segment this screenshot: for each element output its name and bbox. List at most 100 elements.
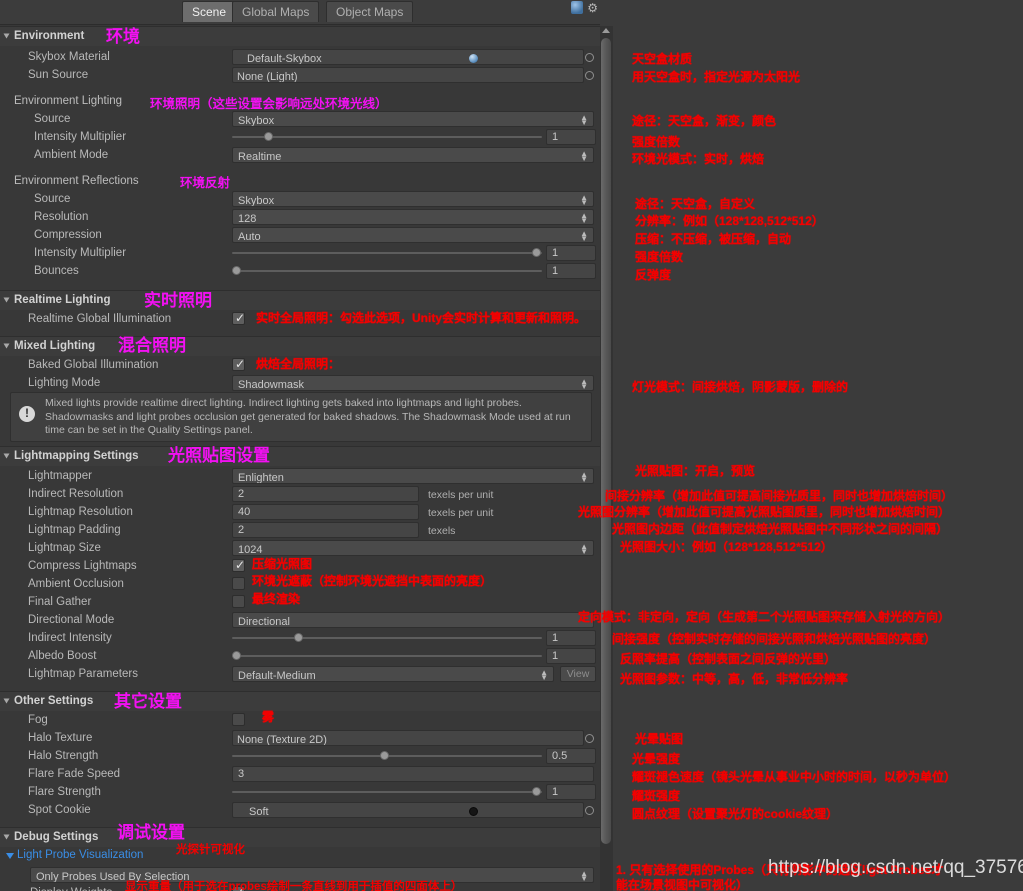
section-debug-settings[interactable]: Debug Settings <box>0 827 600 847</box>
numbox-env-intensity[interactable]: 1 <box>546 129 596 145</box>
mixed-lighting-info-text: Mixed lights provide realtime direct lig… <box>45 397 571 436</box>
slider-halo-strength[interactable] <box>232 748 542 764</box>
annotation-light-probe-visualization-cn: 光探针可视化 <box>176 844 245 856</box>
check-tick-icon: ✓ <box>235 558 246 572</box>
object-picker-icon-cookie[interactable] <box>585 806 594 815</box>
annotation-env-reflections-cn: 环境反射 <box>180 176 231 190</box>
vertical-scrollbar[interactable] <box>600 26 613 891</box>
value-env-light-source: Skybox <box>238 115 275 127</box>
label-refl-compression: Compression <box>34 229 102 241</box>
field-env-light-source[interactable]: Skybox ▲ ▼ <box>232 111 594 127</box>
checkbox-baked-gi[interactable]: ✓ <box>232 358 245 371</box>
numbox-refl-bounces[interactable]: 1 <box>546 263 596 279</box>
tab-global-maps[interactable]: Global Maps <box>232 1 320 22</box>
field-directional-mode[interactable]: Directional <box>232 612 594 628</box>
section-other-settings[interactable]: Other Settings <box>0 691 600 711</box>
panel-header-icons: ⚙ <box>571 1 598 14</box>
annotation-right-16: 定向模式：非定向，定向（生成第二个光照贴图来存储入射光的方向） <box>578 610 951 624</box>
slider-knob[interactable] <box>294 633 303 642</box>
row-lightmap-padding: Lightmap Padding 2 texels <box>0 521 600 539</box>
section-environment[interactable]: Environment <box>0 26 600 46</box>
slider-knob[interactable] <box>232 651 241 660</box>
view-button[interactable]: View <box>560 666 596 682</box>
field-lightmap-padding[interactable]: 2 <box>232 522 419 538</box>
section-lightmapping[interactable]: Lightmapping Settings <box>0 446 600 466</box>
field-refl-resolution[interactable]: 128 ▲ ▼ <box>232 209 594 225</box>
label-flare-fade-speed: Flare Fade Speed <box>28 768 121 780</box>
field-refl-source[interactable]: Skybox ▲ ▼ <box>232 191 594 207</box>
field-lightmap-resolution[interactable]: 40 <box>232 504 419 520</box>
label-refl-intensity: Intensity Multiplier <box>34 247 127 259</box>
section-mixed-lighting[interactable]: Mixed Lighting <box>0 336 600 356</box>
slider-refl-intensity[interactable] <box>232 245 542 261</box>
slider-knob[interactable] <box>264 132 273 141</box>
checkbox-ambient-occlusion[interactable] <box>232 577 245 590</box>
annotation-realtime-gi: 实时全局照明：勾选此选项，Unity会实时计算和更新和照明。 <box>256 311 587 325</box>
warning-icon: ! <box>19 406 35 422</box>
row-env-intensity-multiplier: Intensity Multiplier 1 <box>0 128 600 146</box>
slider-refl-bounces[interactable] <box>232 263 542 279</box>
slider-knob[interactable] <box>532 248 541 257</box>
label-realtime-gi: Realtime Global Illumination <box>28 313 172 325</box>
tab-object-maps[interactable]: Object Maps <box>326 1 414 22</box>
row-lightmap-resolution: Lightmap Resolution 40 texels per unit <box>0 503 600 521</box>
checkbox-realtime-gi[interactable]: ✓ <box>232 312 245 325</box>
label-indirect-resolution: Indirect Resolution <box>28 488 124 500</box>
slider-knob[interactable] <box>532 787 541 796</box>
row-light-probe-visualization[interactable]: Light Probe Visualization <box>0 846 600 864</box>
slider-track <box>232 270 542 272</box>
slider-albedo-boost[interactable] <box>232 648 542 664</box>
slider-track <box>232 791 542 793</box>
annotation-right-5: 途径：天空盒，自定义 <box>635 197 756 211</box>
slider-env-intensity[interactable] <box>232 129 542 145</box>
section-realtime-lighting[interactable]: Realtime Lighting <box>0 290 600 310</box>
slider-knob[interactable] <box>380 751 389 760</box>
numbox-refl-intensity[interactable]: 1 <box>546 245 596 261</box>
checkbox-compress-lightmaps[interactable]: ✓ <box>232 559 245 572</box>
label-lightmap-size: Lightmap Size <box>28 542 101 554</box>
slider-indirect-intensity[interactable] <box>232 630 542 646</box>
collapse-arrow-icon <box>3 33 10 39</box>
field-skybox-material[interactable]: Default-Skybox <box>232 49 584 65</box>
section-lightmapping-title: Lightmapping Settings <box>14 450 139 462</box>
field-flare-fade-speed[interactable]: 3 <box>232 766 594 782</box>
field-lighting-mode[interactable]: Shadowmask ▲ ▼ <box>232 375 594 391</box>
tab-scene[interactable]: Scene <box>182 1 237 22</box>
numbox-flare-strength[interactable]: 1 <box>546 784 596 800</box>
chevron-updown-icon: ▲ ▼ <box>580 193 588 207</box>
slider-track <box>232 252 542 254</box>
chevron-updown-icon: ▲ ▼ <box>580 377 588 391</box>
row-halo-strength: Halo Strength 0.5 <box>0 747 600 765</box>
field-sun-source[interactable]: None (Light) <box>232 67 584 83</box>
field-halo-texture[interactable]: None (Texture 2D) <box>232 730 584 746</box>
field-lightmap-parameters[interactable]: Default-Medium ▲ ▼ <box>232 666 554 682</box>
value-lightmapper: Enlighten <box>238 472 284 484</box>
slider-flare-strength[interactable] <box>232 784 542 800</box>
scroll-up-arrow-icon[interactable] <box>602 28 610 33</box>
field-indirect-resolution[interactable]: 2 <box>232 486 419 502</box>
expand-arrow-icon <box>6 853 14 859</box>
field-refl-compression[interactable]: Auto ▲ ▼ <box>232 227 594 243</box>
slider-knob[interactable] <box>232 266 241 275</box>
annotation-other-settings-cn: 其它设置 <box>114 692 182 712</box>
field-lightmapper[interactable]: Enlighten ▲ ▼ <box>232 468 594 484</box>
object-picker-icon-halo[interactable] <box>585 734 594 743</box>
field-ambient-mode[interactable]: Realtime ▲ ▼ <box>232 147 594 163</box>
field-lightmap-size[interactable]: 1024 ▲ ▼ <box>232 540 594 556</box>
checkbox-fog[interactable] <box>232 713 245 726</box>
numbox-halo-strength[interactable]: 0.5 <box>546 748 596 764</box>
field-spot-cookie[interactable]: Soft <box>232 802 584 818</box>
scrollbar-thumb[interactable] <box>601 38 611 844</box>
annotation-right-15: 光照图大小：例如（128*128,512*512） <box>620 540 833 554</box>
unit-indirect-resolution: texels per unit <box>428 489 494 501</box>
gear-icon[interactable]: ⚙ <box>587 2 598 14</box>
numbox-albedo-boost[interactable]: 1 <box>546 648 596 664</box>
checkbox-final-gather[interactable] <box>232 595 245 608</box>
lock-icon[interactable] <box>571 1 584 14</box>
object-picker-icon-skybox[interactable] <box>585 53 594 62</box>
section-other-settings-title: Other Settings <box>14 695 94 707</box>
collapse-arrow-icon <box>3 297 10 303</box>
numbox-indirect-intensity[interactable]: 1 <box>546 630 596 646</box>
tab-bar: Scene Global Maps Object Maps ⚙ <box>0 0 600 25</box>
object-picker-icon-sun[interactable] <box>585 71 594 80</box>
